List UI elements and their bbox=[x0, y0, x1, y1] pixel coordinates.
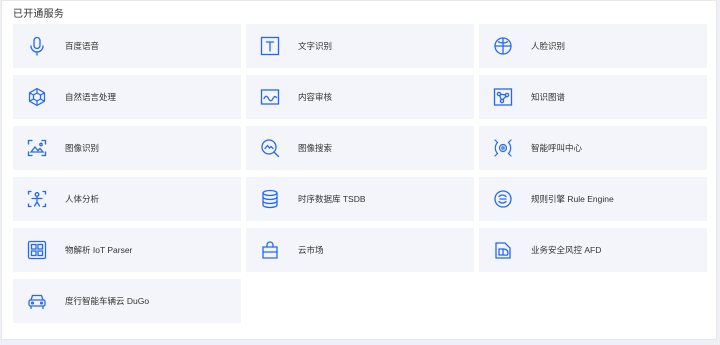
service-tile-content-review[interactable]: 内容审核 bbox=[246, 75, 474, 119]
service-tile-call-center[interactable]: 智能呼叫中心 bbox=[479, 126, 707, 170]
service-tile-body-analysis[interactable]: 人体分析 bbox=[13, 177, 241, 221]
service-tile-iot-parser[interactable]: 物解析 IoT Parser bbox=[13, 228, 241, 272]
service-label: 图像搜索 bbox=[298, 143, 333, 153]
database-icon bbox=[259, 188, 281, 210]
image-search-icon bbox=[259, 137, 281, 159]
service-label: 度行智能车辆云 DuGo bbox=[65, 296, 150, 306]
service-label: 业务安全风控 AFD bbox=[531, 245, 602, 255]
service-tile-knowledge-graph[interactable]: 知识图谱 bbox=[479, 75, 707, 119]
services-grid: 百度语音 文字识别 人脸识别 自然语言处理 内容审核 知识图谱 图像识别 图像搜… bbox=[13, 24, 707, 323]
service-label: 百度语音 bbox=[65, 41, 100, 51]
image-recognition-icon bbox=[26, 137, 48, 159]
shopping-bag-icon bbox=[259, 239, 281, 261]
service-label: 时序数据库 TSDB bbox=[298, 194, 366, 204]
section-title: 已开通服务 bbox=[13, 9, 64, 20]
service-tile-nlp[interactable]: 自然语言处理 bbox=[13, 75, 241, 119]
service-label: 文字识别 bbox=[298, 41, 333, 51]
body-analysis-icon bbox=[26, 188, 48, 210]
service-tile-baidu-speech[interactable]: 百度语音 bbox=[13, 24, 241, 68]
risk-control-icon bbox=[492, 239, 514, 261]
service-tile-image-search[interactable]: 图像搜索 bbox=[246, 126, 474, 170]
service-tile-afd[interactable]: 业务安全风控 AFD bbox=[479, 228, 707, 272]
service-label: 图像识别 bbox=[65, 143, 100, 153]
service-tile-ocr[interactable]: 文字识别 bbox=[246, 24, 474, 68]
iot-parser-icon bbox=[26, 239, 48, 261]
service-label: 规则引擎 Rule Engine bbox=[531, 194, 614, 204]
service-tile-face-recognition[interactable]: 人脸识别 bbox=[479, 24, 707, 68]
service-tile-cloud-market[interactable]: 云市场 bbox=[246, 228, 474, 272]
car-icon bbox=[26, 290, 48, 312]
service-tile-tsdb[interactable]: 时序数据库 TSDB bbox=[246, 177, 474, 221]
service-label: 智能呼叫中心 bbox=[531, 143, 583, 153]
microphone-icon bbox=[26, 35, 48, 57]
service-label: 内容审核 bbox=[298, 92, 333, 102]
service-label: 人脸识别 bbox=[531, 41, 566, 51]
service-label: 知识图谱 bbox=[531, 92, 566, 102]
service-label: 物解析 IoT Parser bbox=[65, 245, 133, 255]
nlp-icon bbox=[26, 86, 48, 108]
service-tile-rule-engine[interactable]: 规则引擎 Rule Engine bbox=[479, 177, 707, 221]
service-tile-image-recognition[interactable]: 图像识别 bbox=[13, 126, 241, 170]
service-tile-dugo[interactable]: 度行智能车辆云 DuGo bbox=[13, 279, 241, 323]
service-label: 云市场 bbox=[298, 245, 324, 255]
text-recognition-icon bbox=[259, 35, 281, 57]
service-label: 人体分析 bbox=[65, 194, 100, 204]
content-review-icon bbox=[259, 86, 281, 108]
call-center-icon bbox=[492, 137, 514, 159]
rule-engine-icon bbox=[492, 188, 514, 210]
face-recognition-icon bbox=[492, 35, 514, 57]
knowledge-graph-icon bbox=[492, 86, 514, 108]
service-label: 自然语言处理 bbox=[65, 92, 117, 102]
opened-services-panel: 已开通服务 百度语音 文字识别 人脸识别 自然语言处理 内容审核 知识图谱 图像… bbox=[1, 0, 717, 340]
